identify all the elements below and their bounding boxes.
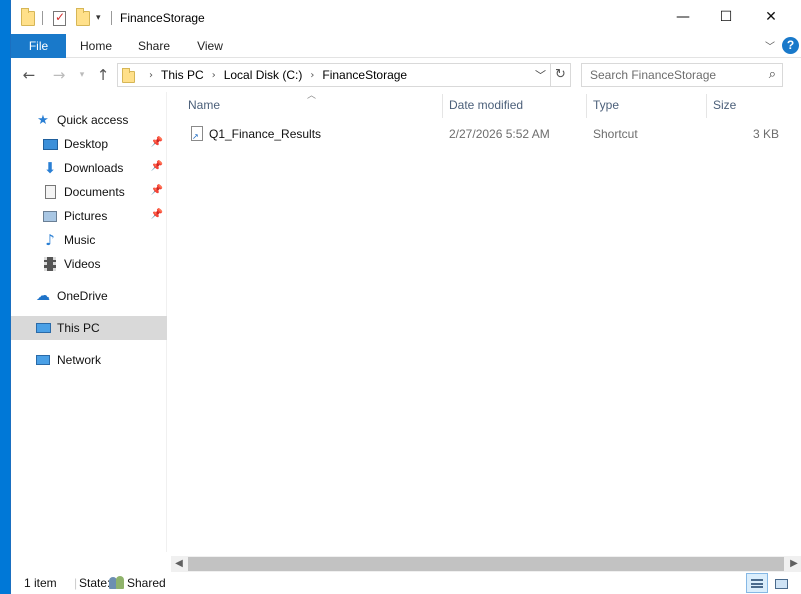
nav-quick-access[interactable]: ★ Quick access	[11, 108, 167, 132]
nav-item-pictures[interactable]: Pictures 📌	[11, 204, 167, 228]
separator	[42, 8, 43, 28]
new-folder-icon[interactable]	[76, 7, 90, 28]
item-count: 1 item	[24, 576, 57, 590]
breadcrumb-this-pc[interactable]: This PC	[161, 68, 204, 82]
scrollbar-thumb[interactable]	[188, 557, 784, 571]
close-button[interactable]: ✕	[748, 0, 794, 34]
details-view-icon	[751, 579, 763, 588]
breadcrumb-local-disk[interactable]: Local Disk (C:)	[224, 68, 303, 82]
state-value: Shared	[127, 576, 166, 590]
column-header-name[interactable]: Name	[182, 92, 442, 118]
status-separator: |	[74, 576, 78, 590]
tab-home[interactable]: Home	[71, 34, 121, 58]
pin-icon[interactable]: 📌	[151, 185, 163, 196]
column-header-date-modified[interactable]: Date modified	[443, 92, 586, 118]
search-input[interactable]: Search FinanceStorage ⌕	[581, 63, 783, 87]
chevron-right-icon[interactable]: ›	[149, 70, 153, 81]
address-row: ← → ▾ ↑ › This PC › Local Disk (C:) › Fi…	[11, 58, 801, 92]
nav-label: OneDrive	[57, 289, 108, 303]
nav-onedrive[interactable]: ☁ OneDrive	[11, 284, 167, 308]
large-icons-view-button[interactable]	[770, 573, 792, 593]
window-title: FinanceStorage	[120, 11, 205, 25]
separator	[111, 8, 112, 28]
status-bar: 1 item | State: Shared	[11, 572, 801, 594]
title-bar: ▾ FinanceStorage — ☐ ✕	[11, 0, 801, 34]
shared-users-icon	[109, 576, 125, 589]
file-row[interactable]: Q1_Finance_Results 2/27/2026 5:52 AM Sho…	[187, 122, 787, 146]
pin-icon[interactable]: 📌	[151, 137, 163, 148]
nav-item-desktop[interactable]: Desktop 📌	[11, 132, 167, 156]
pin-icon[interactable]: 📌	[151, 161, 163, 172]
large-icons-view-icon	[775, 579, 788, 589]
pictures-icon	[42, 208, 58, 224]
address-folder-icon	[122, 67, 135, 83]
maximize-button[interactable]: ☐	[703, 0, 749, 34]
address-dropdown-icon[interactable]: ﹀	[535, 67, 546, 83]
nav-label: This PC	[57, 321, 100, 335]
file-size: 3 KB	[752, 127, 779, 141]
file-date-modified: 2/27/2026 5:52 AM	[449, 127, 550, 141]
state-label: State:	[79, 576, 111, 590]
nav-item-videos[interactable]: Videos	[11, 252, 167, 276]
computer-icon	[35, 320, 51, 336]
address-bar[interactable]: › This PC › Local Disk (C:) › FinanceSto…	[117, 63, 571, 87]
nav-label: Documents	[64, 185, 125, 199]
tab-view[interactable]: View	[185, 34, 235, 58]
folder-icon	[21, 7, 35, 28]
chevron-right-icon[interactable]: ›	[212, 70, 216, 81]
horizontal-scrollbar[interactable]: ◀ ▶	[171, 556, 801, 572]
desktop-icon	[42, 136, 58, 152]
customize-quick-access-dropdown[interactable]: ▾	[96, 8, 101, 28]
refresh-icon[interactable]: ↻	[550, 64, 570, 86]
tab-share[interactable]: Share	[129, 34, 179, 58]
up-arrow-icon[interactable]: ↑	[92, 64, 114, 86]
recent-locations-chevron-icon[interactable]: ▾	[71, 64, 93, 86]
nav-item-music[interactable]: ♪ Music	[11, 228, 167, 252]
ribbon-tabs: File Home Share View ﹀ ?	[11, 34, 801, 58]
back-arrow-icon[interactable]: ←	[18, 64, 40, 86]
nav-label: Videos	[64, 257, 101, 271]
nav-item-documents[interactable]: Documents 📌	[11, 180, 167, 204]
nav-label: Music	[64, 233, 96, 247]
chevron-right-icon[interactable]: ›	[310, 70, 314, 81]
nav-label: Downloads	[64, 161, 124, 175]
nav-item-downloads[interactable]: ⬇ Downloads 📌	[11, 156, 167, 180]
properties-icon[interactable]	[53, 8, 66, 28]
forward-arrow-icon[interactable]: →	[48, 64, 70, 86]
details-view-button[interactable]	[746, 573, 768, 593]
music-icon: ♪	[45, 231, 55, 249]
minimize-button[interactable]: —	[660, 0, 706, 34]
column-header-size[interactable]: Size	[707, 92, 787, 118]
search-icon[interactable]: ⌕	[769, 64, 776, 86]
file-name: Q1_Finance_Results	[209, 127, 322, 141]
state-shared: Shared	[109, 576, 166, 590]
expand-ribbon-chevron-icon[interactable]: ﹀	[765, 38, 775, 53]
nav-label: Desktop	[64, 137, 109, 151]
breadcrumb-financestorage[interactable]: FinanceStorage	[322, 68, 407, 82]
cloud-icon: ☁	[36, 288, 50, 304]
scroll-right-arrow-icon[interactable]: ▶	[786, 556, 801, 572]
network-icon	[35, 352, 51, 368]
search-placeholder: Search FinanceStorage	[590, 68, 717, 82]
explorer-window: ▾ FinanceStorage — ☐ ✕ File Home Share V…	[10, 0, 801, 594]
nav-network[interactable]: Network	[11, 348, 167, 372]
videos-icon	[42, 256, 58, 272]
nav-label: Network	[57, 353, 102, 367]
download-icon: ⬇	[43, 159, 57, 177]
help-icon[interactable]: ?	[782, 37, 799, 54]
documents-icon	[42, 184, 58, 200]
shortcut-icon	[191, 126, 203, 141]
tab-file[interactable]: File	[11, 34, 66, 58]
star-icon: ★	[37, 112, 49, 128]
column-header-type[interactable]: Type	[587, 92, 706, 118]
nav-label: Pictures	[64, 209, 108, 223]
pin-icon[interactable]: 📌	[151, 209, 163, 220]
nav-this-pc[interactable]: This PC	[11, 316, 167, 340]
file-type: Shortcut	[593, 127, 638, 141]
nav-label: Quick access	[57, 113, 129, 127]
navigation-pane: ★ Quick access Desktop 📌 ⬇ Downloads 📌 D…	[11, 92, 167, 552]
scroll-left-arrow-icon[interactable]: ◀	[171, 556, 187, 572]
